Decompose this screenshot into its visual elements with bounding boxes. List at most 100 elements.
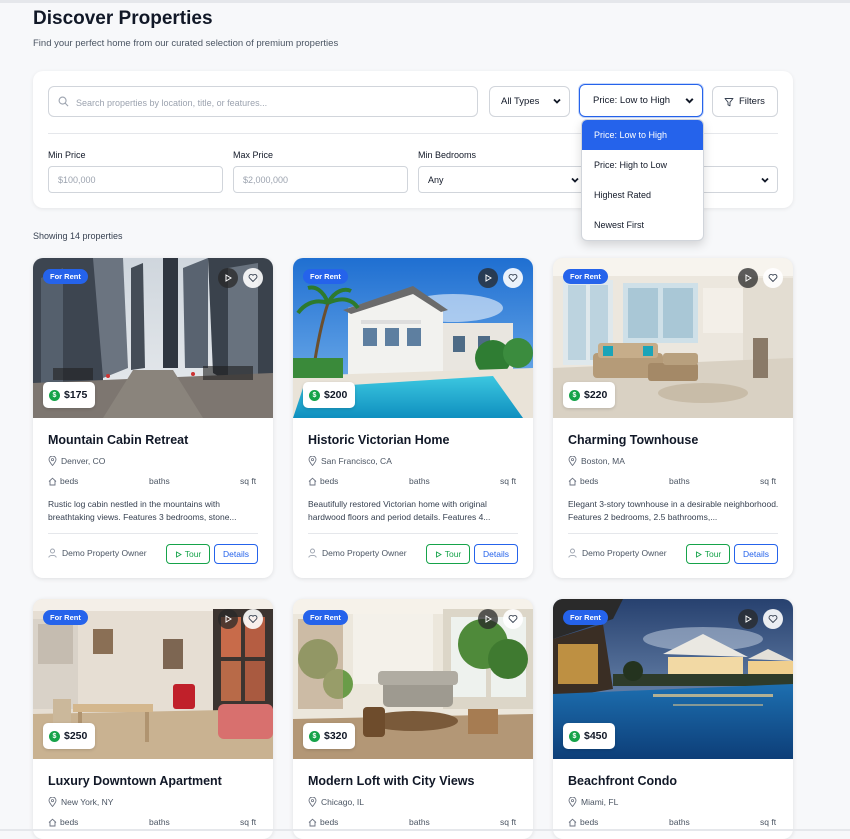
tour-button[interactable]: Tour	[426, 544, 470, 564]
page-subtitle: Find your perfect home from our curated …	[33, 38, 339, 49]
user-icon	[568, 548, 577, 558]
filters-button[interactable]: Filters	[712, 86, 778, 117]
video-tour-button[interactable]	[738, 268, 758, 288]
max-price-input[interactable]: $2,000,000	[233, 166, 408, 193]
chevron-down-icon	[553, 98, 561, 104]
min-bedrooms-select[interactable]: Any	[418, 166, 588, 193]
property-owner: Demo Property Owner	[48, 548, 147, 558]
page-title: Discover Properties	[33, 8, 213, 29]
details-button[interactable]: Details	[474, 544, 518, 564]
property-title[interactable]: Modern Loft with City Views	[308, 774, 474, 788]
property-title[interactable]: Historic Victorian Home	[308, 433, 449, 447]
beds-stat: beds	[308, 817, 338, 827]
beds-stat: beds	[568, 817, 598, 827]
sort-option-highest-rated[interactable]: Highest Rated	[582, 180, 703, 210]
tour-button[interactable]: Tour	[686, 544, 730, 564]
beds-label: beds	[320, 476, 339, 486]
for-rent-badge: For Rent	[563, 610, 608, 625]
location-pin-icon	[308, 797, 317, 807]
location-text: Chicago, IL	[321, 797, 364, 807]
property-title[interactable]: Luxury Downtown Apartment	[48, 774, 222, 788]
price-tag: $ $320	[303, 723, 356, 749]
tour-label: Tour	[704, 549, 722, 559]
price-value: $250	[64, 730, 88, 742]
play-icon	[435, 550, 442, 558]
top-border	[0, 0, 850, 3]
location-text: Boston, MA	[581, 456, 625, 466]
details-button[interactable]: Details	[214, 544, 258, 564]
chevron-down-icon	[571, 177, 579, 183]
heart-icon	[768, 615, 778, 624]
favorite-button[interactable]	[763, 609, 783, 629]
for-rent-badge: For Rent	[303, 610, 348, 625]
property-card[interactable]: For Rent $ $200 Historic Victorian Home …	[293, 258, 533, 578]
max-price-placeholder: $2,000,000	[243, 174, 289, 185]
play-icon	[225, 615, 232, 623]
details-button[interactable]: Details	[734, 544, 778, 564]
dollar-icon: $	[49, 389, 60, 401]
tour-button[interactable]: Tour	[166, 544, 210, 564]
home-icon	[308, 477, 317, 485]
heart-icon	[248, 274, 258, 283]
min-bedrooms-value: Any	[428, 174, 444, 185]
property-title[interactable]: Beachfront Condo	[568, 774, 677, 788]
location-text: Denver, CO	[61, 456, 106, 466]
video-tour-button[interactable]	[478, 609, 498, 629]
chevron-down-icon	[685, 98, 694, 104]
property-owner: Demo Property Owner	[308, 548, 407, 558]
property-card[interactable]: For Rent $ $250 Luxury Downtown Apartmen…	[33, 599, 273, 839]
property-card[interactable]: For Rent $ $175 Mountain Cabin Retreat D…	[33, 258, 273, 578]
property-location: Denver, CO	[48, 456, 105, 466]
favorite-button[interactable]	[503, 268, 523, 288]
home-icon	[48, 477, 57, 485]
favorite-button[interactable]	[763, 268, 783, 288]
property-description: Elegant 3-story townhouse in a desirable…	[568, 499, 779, 522]
favorite-button[interactable]	[503, 609, 523, 629]
property-location: San Francisco, CA	[308, 456, 392, 466]
chevron-down-icon	[761, 177, 769, 183]
location-pin-icon	[568, 456, 577, 466]
video-tour-button[interactable]	[218, 268, 238, 288]
property-card[interactable]: For Rent $ $220 Charming Townhouse Bosto…	[553, 258, 793, 578]
home-icon	[48, 818, 57, 826]
home-icon	[568, 477, 577, 485]
beds-label: beds	[60, 476, 79, 486]
sort-option-price-high-low[interactable]: Price: High to Low	[582, 150, 703, 180]
video-tour-button[interactable]	[218, 609, 238, 629]
results-count: Showing 14 properties	[33, 231, 123, 241]
property-photo[interactable]: For Rent $ $175	[33, 258, 273, 418]
price-value: $200	[324, 389, 348, 401]
beds-label: beds	[320, 817, 339, 827]
sqft-stat: sq ft	[760, 817, 777, 827]
favorite-button[interactable]	[243, 268, 263, 288]
search-box[interactable]	[48, 86, 478, 117]
search-input[interactable]	[74, 92, 468, 114]
property-photo[interactable]: For Rent $ $320	[293, 599, 533, 759]
dollar-icon: $	[309, 730, 320, 742]
max-price-label: Max Price	[233, 150, 274, 160]
location-pin-icon	[48, 456, 57, 466]
property-title[interactable]: Mountain Cabin Retreat	[48, 433, 188, 447]
user-icon	[308, 548, 317, 558]
property-photo[interactable]: For Rent $ $200	[293, 258, 533, 418]
property-owner: Demo Property Owner	[568, 548, 667, 558]
property-photo[interactable]: For Rent $ $220	[553, 258, 793, 418]
sqft-stat: sq ft	[240, 476, 257, 486]
min-price-input[interactable]: $100,000	[48, 166, 223, 193]
property-photo[interactable]: For Rent $ $450	[553, 599, 793, 759]
play-icon	[745, 274, 752, 282]
sort-option-price-low-high[interactable]: Price: Low to High	[582, 120, 703, 150]
favorite-button[interactable]	[243, 609, 263, 629]
sort-select[interactable]: Price: Low to High	[579, 84, 703, 117]
property-type-select[interactable]: All Types	[489, 86, 570, 117]
property-card[interactable]: For Rent $ $320 Modern Loft with City Vi…	[293, 599, 533, 839]
video-tour-button[interactable]	[478, 268, 498, 288]
search-icon	[58, 96, 69, 107]
property-card[interactable]: For Rent $ $450 Beachfront Condo Miami, …	[553, 599, 793, 839]
property-photo[interactable]: For Rent $ $250	[33, 599, 273, 759]
min-bedrooms-label: Min Bedrooms	[418, 150, 477, 160]
price-tag: $ $250	[43, 723, 96, 749]
video-tour-button[interactable]	[738, 609, 758, 629]
property-title[interactable]: Charming Townhouse	[568, 433, 698, 447]
sort-option-newest-first[interactable]: Newest First	[582, 210, 703, 240]
